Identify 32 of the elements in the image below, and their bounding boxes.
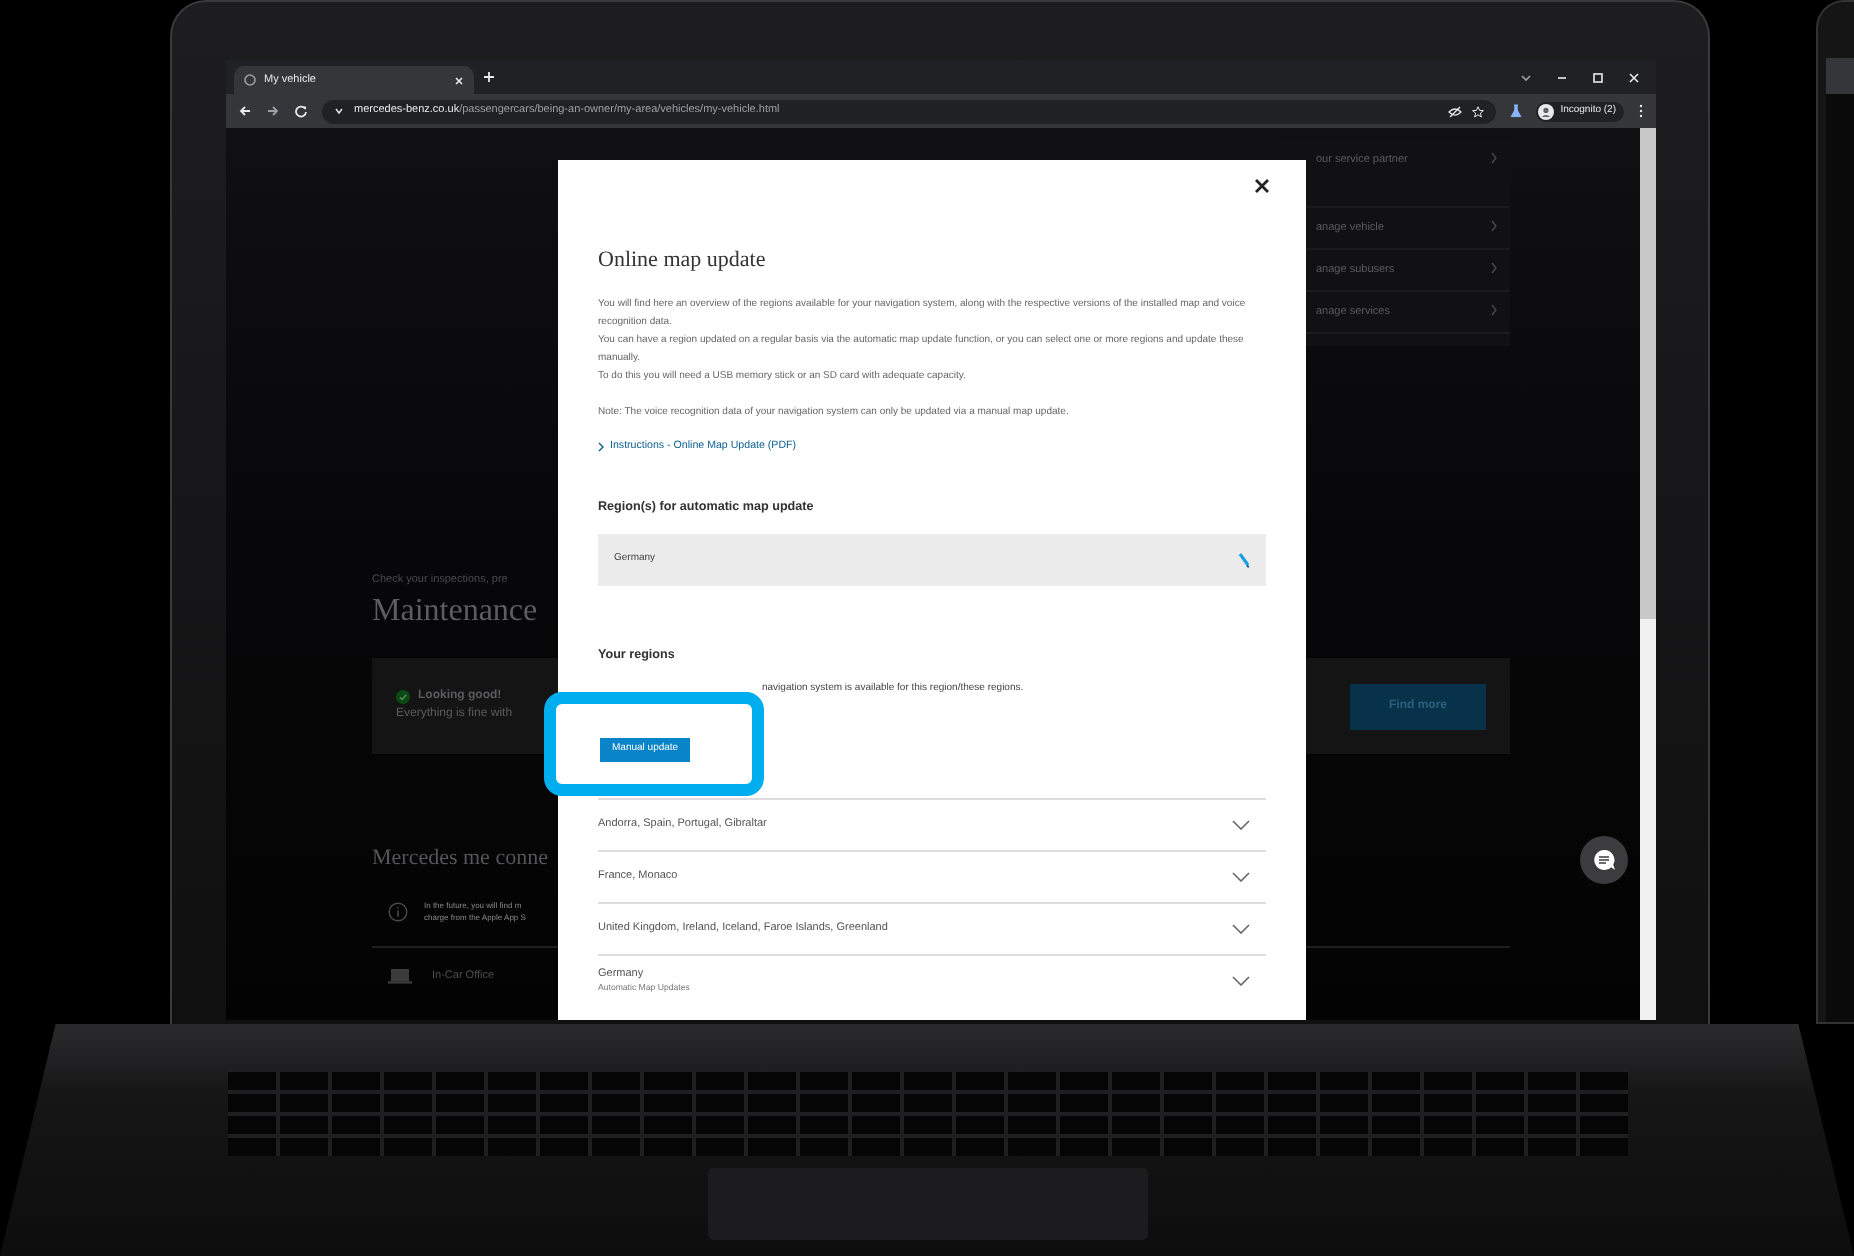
chevron-down-icon	[334, 106, 344, 116]
menu-dots-icon[interactable]	[1638, 104, 1644, 118]
chevron-down-icon[interactable]	[1520, 71, 1532, 83]
chevron-down-icon	[1232, 819, 1250, 830]
chevron-down-icon	[1232, 923, 1250, 934]
info-icon	[388, 902, 408, 923]
scrollbar[interactable]	[1640, 128, 1656, 1020]
laptop-icon	[388, 967, 412, 984]
chevron-down-icon	[1232, 975, 1250, 986]
chat-icon	[1592, 848, 1616, 872]
modal-title: Online map update	[598, 246, 768, 276]
check-circle-icon	[396, 690, 410, 705]
forward-arrow-icon[interactable]	[266, 104, 280, 118]
chevron-right-icon	[1490, 262, 1498, 274]
chevron-right-icon	[1490, 152, 1498, 164]
minimize-icon[interactable]	[1556, 71, 1568, 83]
new-tab-icon[interactable]	[482, 70, 496, 84]
chat-button[interactable]	[1580, 836, 1628, 884]
chevron-right-icon	[598, 441, 604, 452]
chevron-right-icon	[1490, 220, 1498, 232]
section-heading: Maintenance	[372, 592, 538, 631]
star-icon[interactable]	[1472, 105, 1485, 117]
reload-icon[interactable]	[294, 104, 308, 118]
flask-icon[interactable]	[1510, 104, 1523, 118]
chevron-right-icon	[1490, 304, 1498, 316]
eye-slash-icon[interactable]	[1448, 105, 1463, 117]
back-arrow-icon[interactable]	[238, 104, 252, 118]
maximize-icon[interactable]	[1592, 71, 1604, 83]
avatar-icon	[1538, 103, 1555, 119]
section-heading: Mercedes me conne	[372, 844, 548, 875]
chevron-down-icon	[1232, 871, 1250, 882]
close-icon[interactable]	[1254, 178, 1270, 194]
